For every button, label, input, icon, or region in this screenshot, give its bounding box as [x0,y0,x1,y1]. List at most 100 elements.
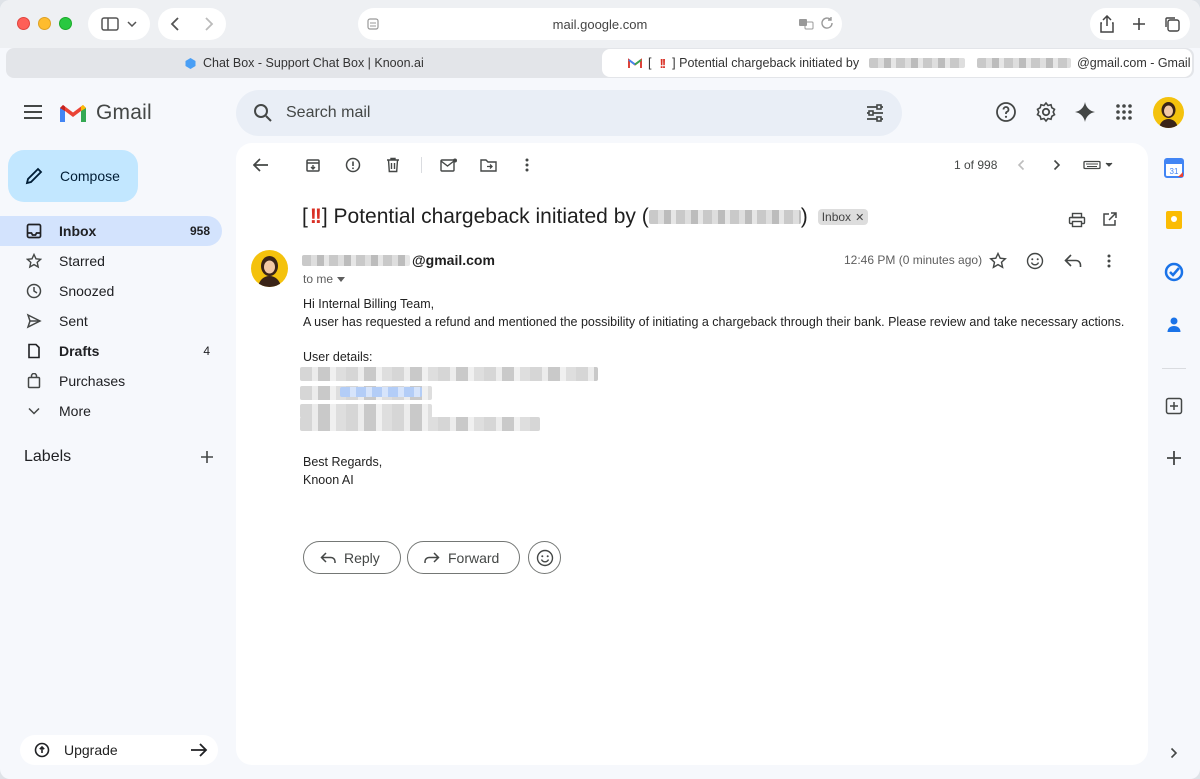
email-subject: [!!] Potential chargeback initiated by (… [302,205,869,229]
move-to-folder-icon[interactable] [479,155,499,175]
page-settings-icon[interactable] [366,17,380,31]
recipient-details[interactable]: to me [303,272,346,286]
print-icon[interactable] [1067,210,1087,230]
nav-item-inbox[interactable]: Inbox 958 [0,216,222,246]
settings-gear-icon[interactable] [1034,100,1058,124]
tab-knoon-chat[interactable]: Chat Box - Support Chat Box | Knoon.ai [184,49,424,77]
purchases-icon [24,371,44,391]
new-tab-icon[interactable] [1132,17,1146,31]
pencil-icon [25,167,43,185]
gemini-sparkle-icon[interactable] [1073,100,1097,124]
translate-icon[interactable] [798,16,814,32]
message-more-icon[interactable] [1098,250,1120,272]
search-icon[interactable] [252,102,274,124]
gmail-favicon-icon [628,57,642,68]
nav-item-starred[interactable]: Starred [0,246,222,276]
redacted-link[interactable] [340,387,422,397]
inbox-label-chip: Inbox ✕ [817,209,869,225]
delete-trash-icon[interactable] [383,155,403,175]
sender-avatar[interactable] [251,250,288,287]
reply-label: Reply [344,549,380,566]
close-window-button[interactable] [17,17,30,30]
get-addons-icon[interactable] [1163,395,1185,417]
gmail-logo[interactable]: Gmail [58,101,152,125]
newer-chevron-icon[interactable] [1011,155,1031,175]
keep-app-icon[interactable] [1163,209,1185,231]
inbox-label-text: Inbox [821,210,852,224]
nav-item-drafts[interactable]: Drafts 4 [0,336,222,366]
tab-label-suffix: @gmail.com - Gmail [1077,56,1191,70]
browser-titlebar: mail.google.com [0,0,1200,48]
sender-address[interactable]: @gmail.com [302,252,495,268]
reply-button[interactable]: Reply [303,541,401,574]
expand-side-panel-icon[interactable] [1163,742,1185,764]
nav-label: Snoozed [59,283,115,299]
help-icon[interactable] [994,100,1018,124]
search-bar[interactable]: Search mail [236,90,902,136]
email-greeting: Hi Internal Billing Team, [303,297,435,311]
draft-icon [24,341,44,361]
nav-item-purchases[interactable]: Purchases [0,366,222,396]
contacts-app-icon[interactable] [1163,313,1185,335]
message-panel: 1 of 998 [!!] Potential chargeback initi… [236,143,1148,765]
upgrade-label: Upgrade [64,742,118,758]
google-apps-icon[interactable] [1112,100,1136,124]
open-new-window-icon[interactable] [1100,209,1120,229]
archive-icon[interactable] [303,155,323,175]
upgrade-button[interactable]: Upgrade [20,735,218,765]
add-app-icon[interactable] [1163,447,1185,469]
main-menu-icon[interactable] [22,103,44,121]
older-chevron-icon[interactable] [1047,155,1067,175]
forward-arrow-icon[interactable] [204,16,214,32]
svg-text:31: 31 [1170,167,1179,176]
nav-label: Inbox [59,223,97,239]
tab-overview-icon[interactable] [1163,15,1181,33]
reply-icon[interactable] [1062,250,1084,272]
redacted-text [977,58,1072,68]
report-spam-icon[interactable] [343,155,363,175]
nav-label: Drafts [59,343,100,359]
search-options-icon[interactable] [864,102,886,124]
minimize-window-button[interactable] [38,17,51,30]
info-upgrade-icon [34,742,50,758]
compose-button[interactable]: Compose [8,150,138,202]
forward-button[interactable]: Forward [407,541,521,574]
star-icon[interactable] [987,250,1009,272]
back-to-inbox-icon[interactable] [251,155,271,175]
email-body: A user has requested a refund and mentio… [303,315,1125,329]
tab-gmail[interactable]: [!!] Potential chargeback initiated by @… [602,49,1192,77]
sidebar-icon [101,17,119,31]
nav-count: 4 [203,344,210,358]
reply-icon [320,551,336,563]
add-reaction-button[interactable] [528,541,561,574]
nav-item-snoozed[interactable]: Snoozed [0,276,222,306]
sidebar-toggle-button[interactable] [88,8,150,40]
account-avatar[interactable] [1153,97,1184,128]
more-options-icon[interactable] [517,155,537,175]
redacted-text [302,254,410,266]
nav-item-more[interactable]: More [0,396,222,426]
reload-icon[interactable] [820,16,834,30]
tasks-app-icon[interactable] [1163,261,1185,283]
toolbar-divider [421,157,422,173]
zoom-window-button[interactable] [59,17,72,30]
remove-label-icon[interactable]: ✕ [855,211,864,224]
browser-actions [1090,8,1190,40]
mark-unread-icon[interactable] [439,155,459,175]
pagination-text: 1 of 998 [954,158,998,172]
nav-item-sent[interactable]: Sent [0,306,222,336]
chevron-down-icon [24,401,44,421]
address-bar[interactable]: mail.google.com [358,8,842,40]
add-label-icon[interactable] [200,450,214,464]
folder-nav: Inbox 958 Starred Snoozed Sent Drafts 4 … [0,216,222,426]
emoji-reaction-icon[interactable] [1024,250,1046,272]
share-icon[interactable] [1099,15,1115,33]
back-arrow-icon[interactable] [170,16,180,32]
gmail-logo-icon [60,105,86,122]
redacted-text [648,210,801,224]
search-input[interactable]: Search mail [286,104,370,122]
labels-header: Labels [24,448,214,466]
sender-domain: @gmail.com [412,252,495,268]
calendar-app-icon[interactable]: 31 [1163,157,1185,179]
input-tools-icon[interactable] [1082,155,1116,175]
